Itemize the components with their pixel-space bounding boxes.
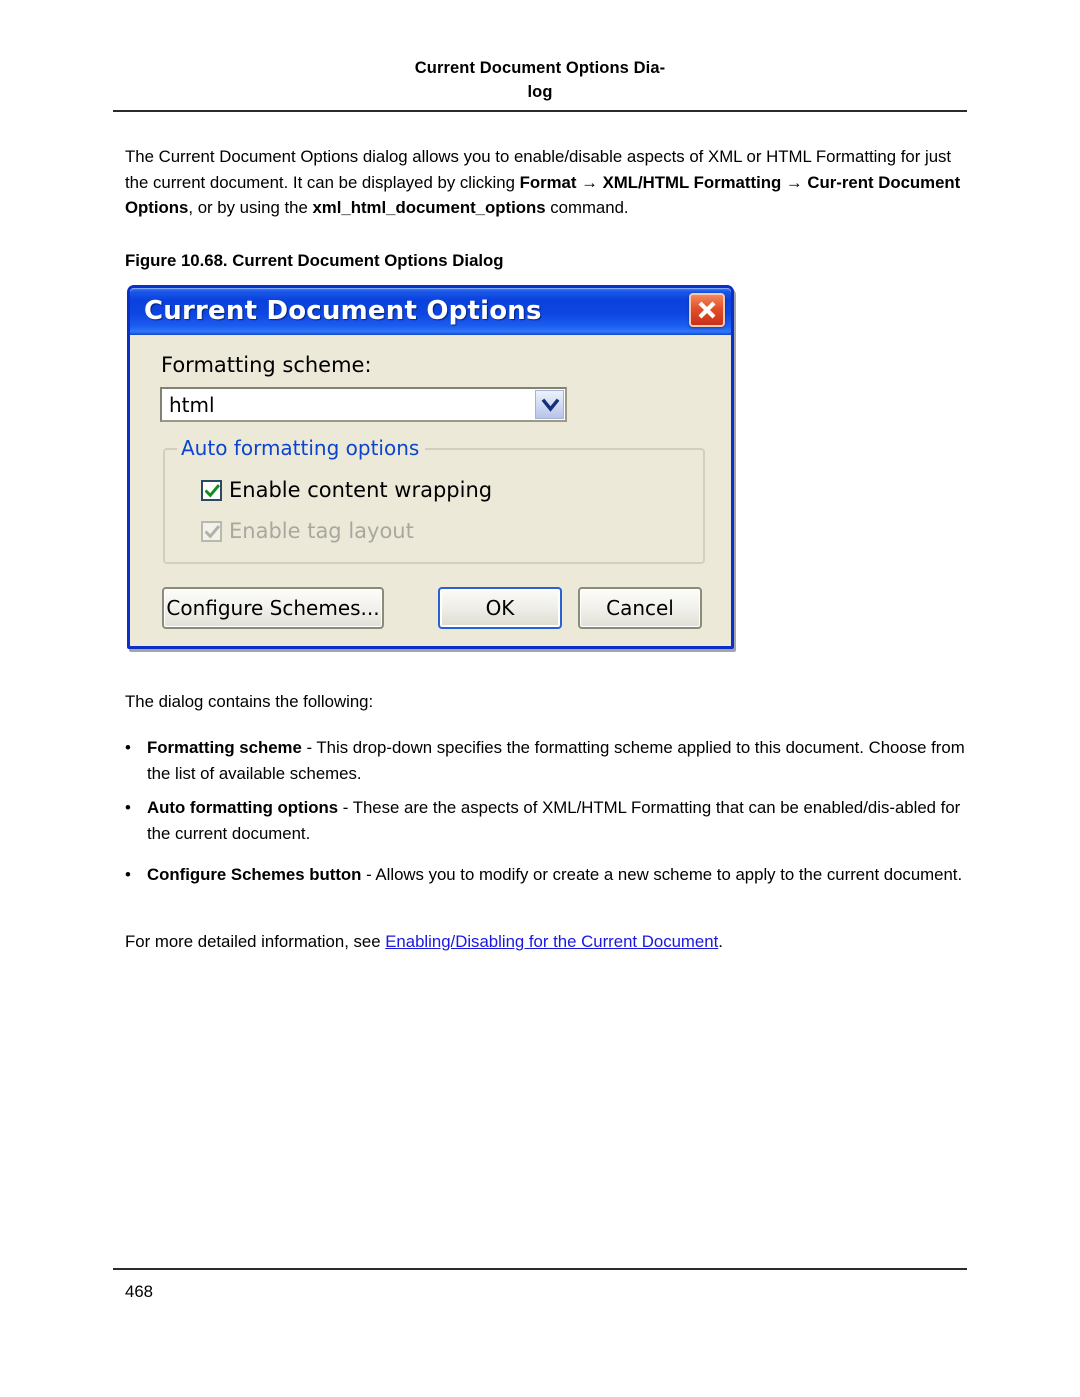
bullet-dot: •: [125, 798, 131, 817]
intro-bold-xmlhtml: XML/HTML Formatting: [602, 172, 782, 192]
intro-arrow-2: →: [781, 172, 808, 192]
list-item: • Auto formatting options - These are the…: [125, 795, 985, 846]
list-item-term: Formatting scheme: [147, 738, 302, 757]
formatting-scheme-label: Formatting scheme:: [161, 353, 372, 377]
header-divider: [113, 110, 967, 112]
list-item-term: Auto formatting options: [147, 798, 339, 817]
running-header-line1: Current Document Options Dia-: [414, 59, 666, 77]
running-header: Current Document Options Dia- log: [113, 56, 967, 104]
page-number: 468: [125, 1282, 153, 1301]
checkbox-enable-tag-layout: Enable tag layout: [201, 519, 414, 543]
footer-divider: [113, 1268, 967, 1270]
chevron-down-icon[interactable]: [535, 390, 564, 419]
list-item-term: Configure Schemes button: [147, 865, 362, 884]
closing-suffix: .: [718, 932, 723, 951]
document-page: Current Document Options Dia- log The Cu…: [0, 0, 1080, 1397]
intro-bold-command: xml_html_document_options: [312, 198, 546, 217]
bullet-dot: •: [125, 738, 131, 757]
current-document-options-dialog: Current Document Options Formatting sche…: [127, 285, 734, 649]
cancel-button[interactable]: Cancel: [578, 587, 702, 629]
list-item: • Formatting scheme - This drop-down spec…: [125, 735, 985, 786]
formatting-scheme-value: html: [169, 393, 215, 417]
configure-schemes-button[interactable]: Configure Schemes...: [162, 587, 384, 629]
dialog-title-bar[interactable]: Current Document Options: [130, 288, 731, 335]
intro-text-3: command.: [545, 198, 629, 217]
checkbox-checked-disabled-icon: [201, 520, 222, 542]
intro-bold-format: Format: [519, 172, 577, 192]
checkbox-checked-icon[interactable]: [201, 479, 222, 501]
enabling-disabling-link[interactable]: Enabling/Disabling for the Current Docum…: [385, 932, 718, 951]
figure-caption: Figure 10.68. Current Document Options D…: [125, 251, 504, 270]
list-item: • Configure Schemes button - Allows you t…: [125, 862, 985, 888]
running-header-line2: log: [527, 83, 553, 101]
checkbox-label: Enable tag layout: [229, 519, 414, 543]
ok-button[interactable]: OK: [438, 587, 562, 629]
intro-text-2: , or by using the: [188, 198, 313, 217]
dialog-contains-lead: The dialog contains the following:: [125, 692, 374, 711]
close-icon[interactable]: [689, 293, 725, 327]
figure-image: Current Document Options Formatting sche…: [127, 285, 734, 653]
auto-formatting-options-group: Auto formatting options Enable content w…: [163, 436, 705, 564]
list-item-desc: - Allows you to modify or create a new s…: [361, 865, 963, 884]
checkbox-label: Enable content wrapping: [229, 478, 493, 502]
intro-paragraph: The Current Document Options dialog allo…: [125, 144, 963, 221]
bullet-dot: •: [125, 865, 131, 884]
formatting-scheme-combobox[interactable]: html: [160, 387, 567, 422]
closing-prefix: For more detailed information, see: [125, 932, 386, 951]
dialog-title-text: Current Document Options: [144, 296, 542, 326]
intro-arrow-1: →: [576, 172, 603, 192]
closing-paragraph: For more detailed information, see Enabl…: [125, 929, 963, 955]
checkbox-enable-content-wrapping[interactable]: Enable content wrapping: [201, 478, 492, 502]
auto-formatting-options-legend: Auto formatting options: [177, 436, 426, 460]
